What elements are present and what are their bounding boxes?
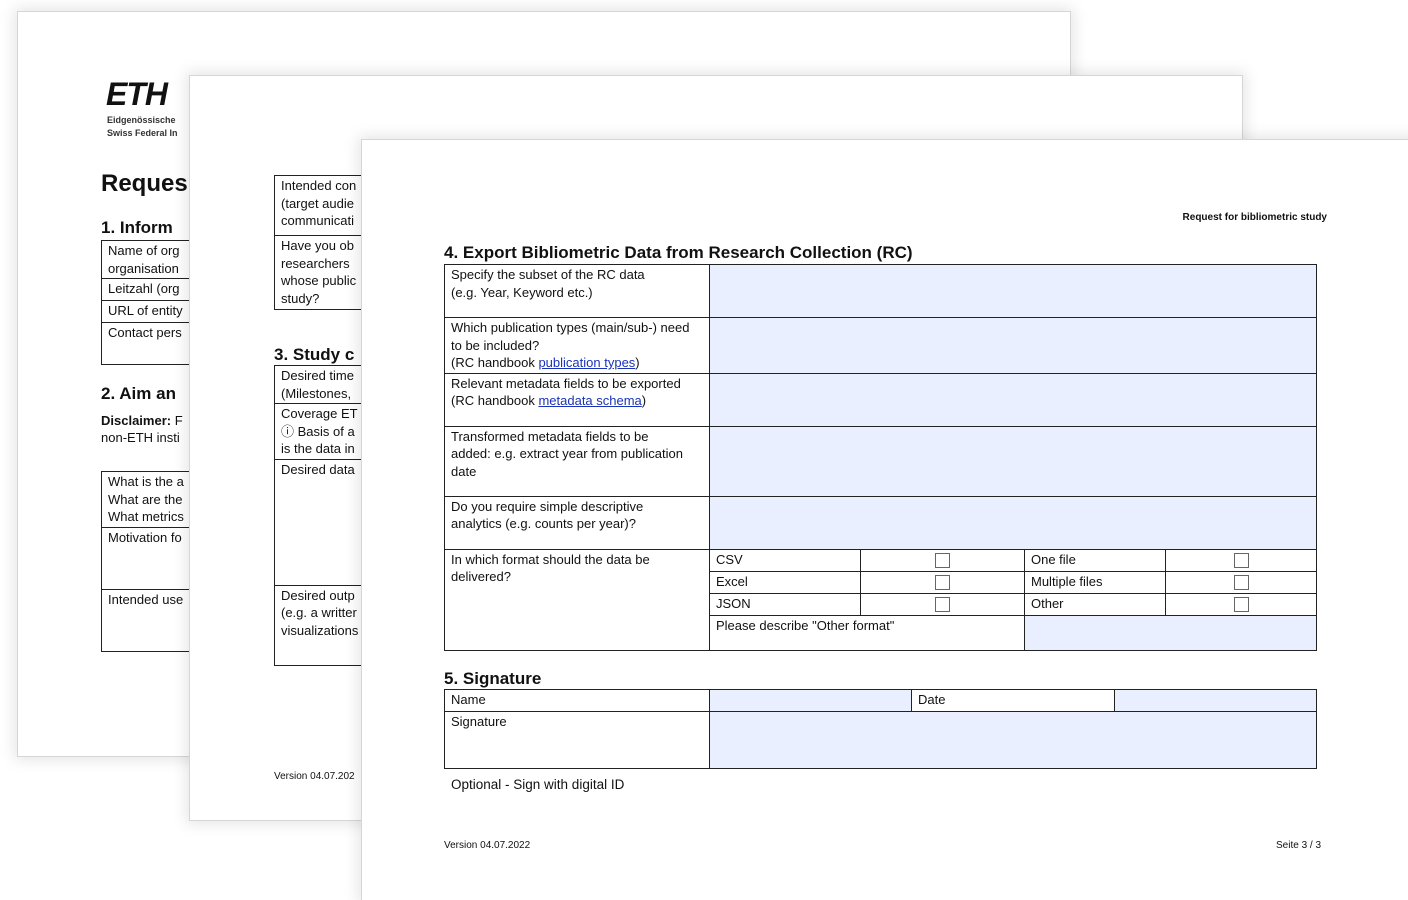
publication-types-link[interactable]: publication types — [538, 355, 635, 370]
q-transformed-label: Transformed metadata fields to be added:… — [444, 425, 710, 497]
q-pubtypes-close: ) — [635, 355, 640, 370]
other-cell — [1165, 592, 1317, 616]
signature-field[interactable] — [709, 711, 1317, 769]
eth-logo: ETH — [106, 76, 168, 112]
page-header: Request for bibliometric study — [1182, 212, 1327, 223]
disclaimer-line-2: non-ETH insti — [101, 430, 180, 445]
signature-label: Signature — [444, 711, 710, 769]
name-field[interactable] — [709, 689, 912, 712]
disclaimer: Disclaimer: F — [101, 412, 183, 429]
page-3-version: Version 04.07.2022 — [444, 840, 531, 851]
format-json-label: JSON — [709, 592, 861, 616]
section-3-title: 3. Study c — [274, 345, 355, 364]
format-json-checkbox[interactable] — [935, 596, 950, 612]
multiple-files-cell — [1165, 570, 1317, 594]
date-label: Date — [911, 689, 1115, 712]
format-csv-cell — [860, 548, 1025, 572]
section-4-title: 4. Export Bibliometric Data from Researc… — [444, 243, 913, 262]
q-format-label: In which format should the data be deliv… — [444, 548, 710, 651]
metadata-schema-link[interactable]: metadata schema — [538, 393, 641, 408]
format-json-cell — [860, 592, 1025, 616]
page-3: Request for bibliometric study 4. Export… — [362, 140, 1408, 900]
q-pubtypes-field[interactable] — [709, 317, 1317, 374]
format-csv-checkbox[interactable] — [935, 552, 950, 568]
eth-logo-subtitle-1: Eidgenössische — [107, 115, 176, 125]
other-format-field[interactable] — [1024, 614, 1317, 651]
one-file-checkbox[interactable] — [1233, 552, 1249, 568]
one-file-label: One file — [1024, 548, 1166, 572]
section-2-title: 2. Aim an — [101, 384, 176, 403]
section-1-title: 1. Inform — [101, 218, 173, 237]
q-metadata-field[interactable] — [709, 372, 1317, 427]
multiple-files-label: Multiple files — [1024, 570, 1166, 594]
other-checkbox[interactable] — [1233, 596, 1249, 612]
q-transformed-field[interactable] — [709, 425, 1317, 497]
page-2-version: Version 04.07.202 — [274, 771, 355, 782]
q-metadata-close: ) — [641, 393, 647, 408]
q-pubtypes-label: Which publication types (main/sub-) need… — [444, 317, 710, 374]
q-metadata-label: Relevant metadata fields to be exported … — [444, 372, 710, 427]
optional-note: Optional - Sign with digital ID — [451, 777, 625, 792]
disclaimer-label: Disclaimer: — [101, 413, 172, 428]
multiple-files-checkbox[interactable] — [1233, 574, 1249, 590]
section-5-title: 5. Signature — [444, 669, 542, 688]
q-subset-label: Specify the subset of the RC data (e.g. … — [444, 264, 710, 318]
export-table: Specify the subset of the RC data (e.g. … — [444, 264, 1317, 651]
page-number: Seite 3 / 3 — [1276, 840, 1322, 851]
format-excel-label: Excel — [709, 570, 861, 594]
disclaimer-text: F — [171, 413, 183, 428]
format-excel-cell — [860, 570, 1025, 594]
other-label: Other — [1024, 592, 1166, 616]
q-subset-field[interactable] — [709, 264, 1317, 318]
name-label: Name — [444, 689, 710, 712]
one-file-cell — [1165, 548, 1317, 572]
other-format-label: Please describe "Other format" — [709, 614, 1025, 651]
date-field[interactable] — [1114, 689, 1317, 712]
eth-logo-subtitle-2: Swiss Federal In — [107, 128, 178, 138]
signature-table: Name Date Signature — [444, 689, 1317, 769]
format-excel-checkbox[interactable] — [935, 574, 950, 590]
page-title: Reques — [101, 170, 188, 197]
q-analytics-label: Do you require simple descriptive analyt… — [444, 495, 710, 550]
q-analytics-field[interactable] — [709, 495, 1317, 550]
format-csv-label: CSV — [709, 548, 861, 572]
